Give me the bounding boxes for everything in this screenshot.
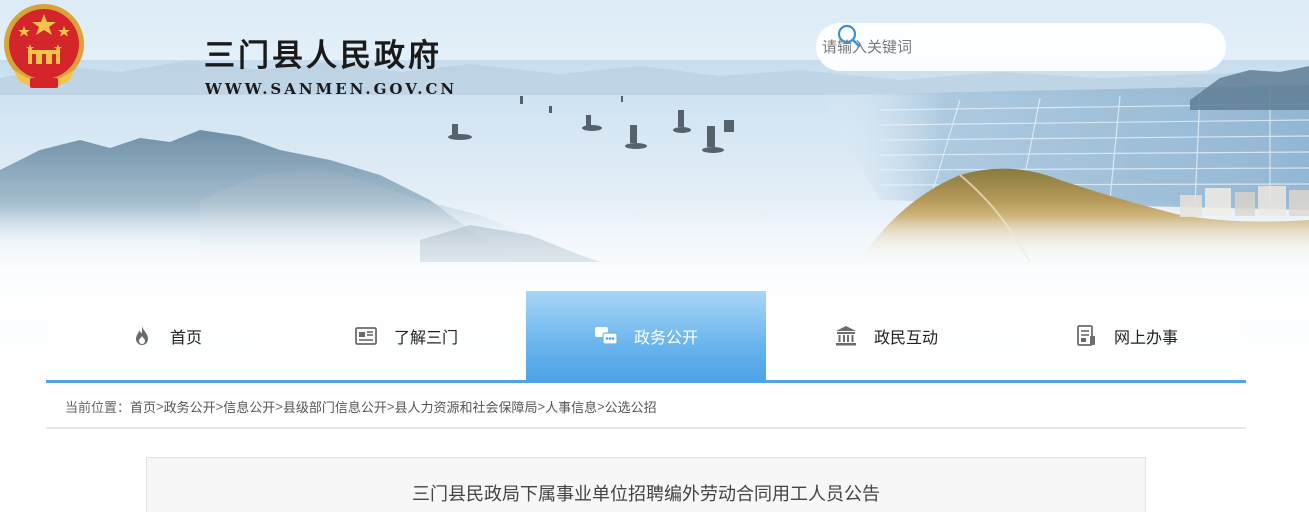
header-banner: 三门县人民政府 WWW.SANMEN.GOV.CN bbox=[0, 0, 1309, 512]
main-nav: 首页 了解三门 政务公开 政民互动 网上办事 bbox=[46, 291, 1246, 383]
breadcrumb-separator: > bbox=[156, 398, 164, 414]
nav-label: 政民互动 bbox=[873, 329, 938, 347]
landscape-illustration bbox=[0, 60, 1309, 512]
newspaper-icon bbox=[355, 326, 377, 345]
breadcrumb-link[interactable]: 信息公开 bbox=[223, 397, 275, 416]
breadcrumb-prefix: 当前位置： bbox=[65, 399, 131, 415]
breadcrumb-link[interactable]: 首页 bbox=[130, 397, 156, 416]
breadcrumb: 当前位置： 首页 > 政务公开 > 信息公开 > 县级部门信息公开 > 县人力资… bbox=[46, 385, 1246, 429]
nav-label: 首页 bbox=[169, 329, 202, 347]
chat-bubbles-icon bbox=[594, 326, 618, 345]
article-panel: 三门县民政局下属事业单位招聘编外劳动合同用工人员公告 bbox=[146, 457, 1146, 512]
breadcrumb-separator: > bbox=[215, 398, 224, 414]
search-box bbox=[816, 23, 1226, 71]
breadcrumb-separator: > bbox=[386, 398, 395, 414]
nav-item-home[interactable]: 首页 bbox=[46, 291, 286, 380]
site-url: WWW.SANMEN.GOV.CN bbox=[205, 80, 458, 98]
breadcrumb-link[interactable]: 县人力资源和社会保障局 bbox=[394, 397, 537, 416]
nav-item-about[interactable]: 了解三门 bbox=[286, 291, 526, 380]
fire-icon bbox=[135, 325, 148, 345]
breadcrumb-link[interactable]: 人事信息 bbox=[545, 397, 597, 416]
breadcrumb-link[interactable]: 公选公招 bbox=[605, 397, 657, 416]
breadcrumb-link[interactable]: 县级部门信息公开 bbox=[283, 397, 387, 416]
search-input[interactable] bbox=[822, 27, 1162, 67]
national-emblem-icon bbox=[4, 4, 84, 88]
breadcrumb-link[interactable]: 政务公开 bbox=[164, 397, 216, 416]
search-icon[interactable] bbox=[836, 23, 862, 49]
nav-label: 网上办事 bbox=[1113, 329, 1178, 347]
nav-item-online-services[interactable]: 网上办事 bbox=[1006, 291, 1246, 380]
site-title: 三门县人民政府 bbox=[204, 38, 442, 74]
article-title: 三门县民政局下属事业单位招聘编外劳动合同用工人员公告 bbox=[412, 484, 880, 504]
nav-label: 了解三门 bbox=[393, 329, 458, 347]
breadcrumb-separator: > bbox=[275, 398, 283, 414]
nav-item-interaction[interactable]: 政民互动 bbox=[766, 291, 1006, 380]
document-icon bbox=[1077, 324, 1095, 346]
breadcrumb-separator: > bbox=[537, 398, 546, 414]
breadcrumb-separator: > bbox=[597, 398, 605, 414]
building-icon bbox=[835, 325, 856, 345]
nav-item-gov-affairs[interactable]: 政务公开 bbox=[526, 291, 766, 380]
nav-label: 政务公开 bbox=[633, 329, 698, 347]
